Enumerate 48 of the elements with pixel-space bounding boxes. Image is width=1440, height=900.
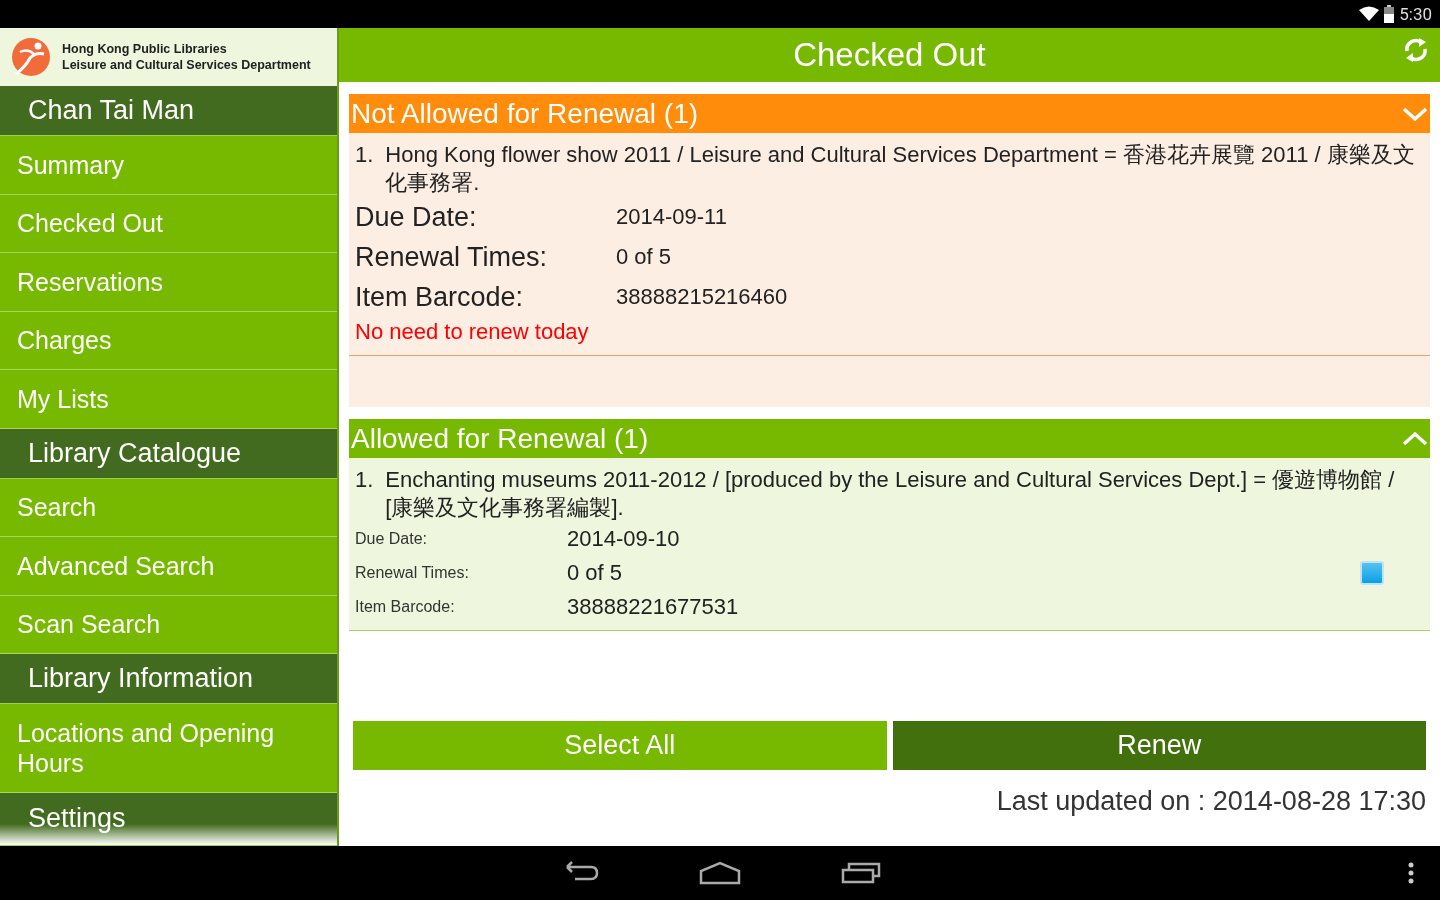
renew-button[interactable]: Renew [892,721,1426,770]
screen-title: Checked Out [793,36,986,74]
field-value: 38888221677531 [567,594,739,620]
sidebar-item[interactable]: Charges [0,311,337,370]
field-label: Item Barcode: [355,597,456,617]
field-label: Item Barcode: [355,281,525,314]
sidebar-header: Settings [0,793,337,846]
sidebar-header: Library Catalogue [0,428,337,479]
field-label: Due Date: [355,529,429,549]
sidebar-item[interactable]: Summary [0,136,337,195]
item-title: Hong Kong flower show 2011 / Leisure and Cultural Services Department = 香港花卉展覽 2011 / 康樂及文化事務署. [385,141,1416,197]
home-icon[interactable] [699,861,741,885]
item-title: Enchanting museums 2011-2012 / [produced by the Leisure and Cultural Services Dept.] = 優遊博物館 / [康樂及文化事務署編製]. [385,466,1396,522]
sidebar-item[interactable]: Advanced Search [0,537,337,596]
chevron-down-icon [1402,105,1428,122]
field-value: 0 of 5 [616,244,673,270]
last-updated: Last updated on : 2014-08-28 17:30 [995,785,1427,817]
logo-title: Hong Kong Public Libraries [62,41,228,57]
sidebar-item[interactable]: Search [0,478,337,537]
field-label: Renewal Times: [355,563,470,583]
recent-apps-icon[interactable] [841,862,881,884]
wifi-icon [1359,6,1380,22]
sidebar-item[interactable]: Reservations [0,253,337,312]
sidebar-item[interactable]: Scan Search [0,595,337,654]
logo-subtitle: Leisure and Cultural Services Department [62,57,311,73]
item-number: 1. [355,466,374,494]
field-value: 38888215216460 [616,284,788,310]
sidebar-header: Library Information [0,654,337,704]
checkbox[interactable] [1360,561,1384,585]
field-value: 2014-09-10 [567,526,681,552]
field-value: 2014-09-11 [616,204,728,230]
sidebar-item[interactable]: Locations and Opening Hours [0,704,337,793]
section-header[interactable]: Not Allowed for Renewal (1) [349,94,1430,133]
item-number: 1. [355,141,374,169]
sidebar-item[interactable]: Checked Out [0,194,337,253]
field-label: Renewal Times: [355,241,549,274]
logo-icon [10,36,52,78]
chevron-up-icon [1402,430,1428,447]
sidebar-item[interactable]: My Lists [0,370,337,429]
more-icon[interactable] [1408,862,1414,884]
sidebar-header: Chan Tai Man [0,86,337,136]
renewal-note: No need to renew today [355,318,590,346]
select-all-button[interactable]: Select All [353,721,887,770]
field-label: Due Date: [355,201,478,234]
field-value: 0 of 5 [567,560,624,586]
section-header[interactable]: Allowed for Renewal (1) [349,419,1430,458]
battery-icon [1384,5,1395,23]
status-time: 5:30 [1399,4,1432,24]
